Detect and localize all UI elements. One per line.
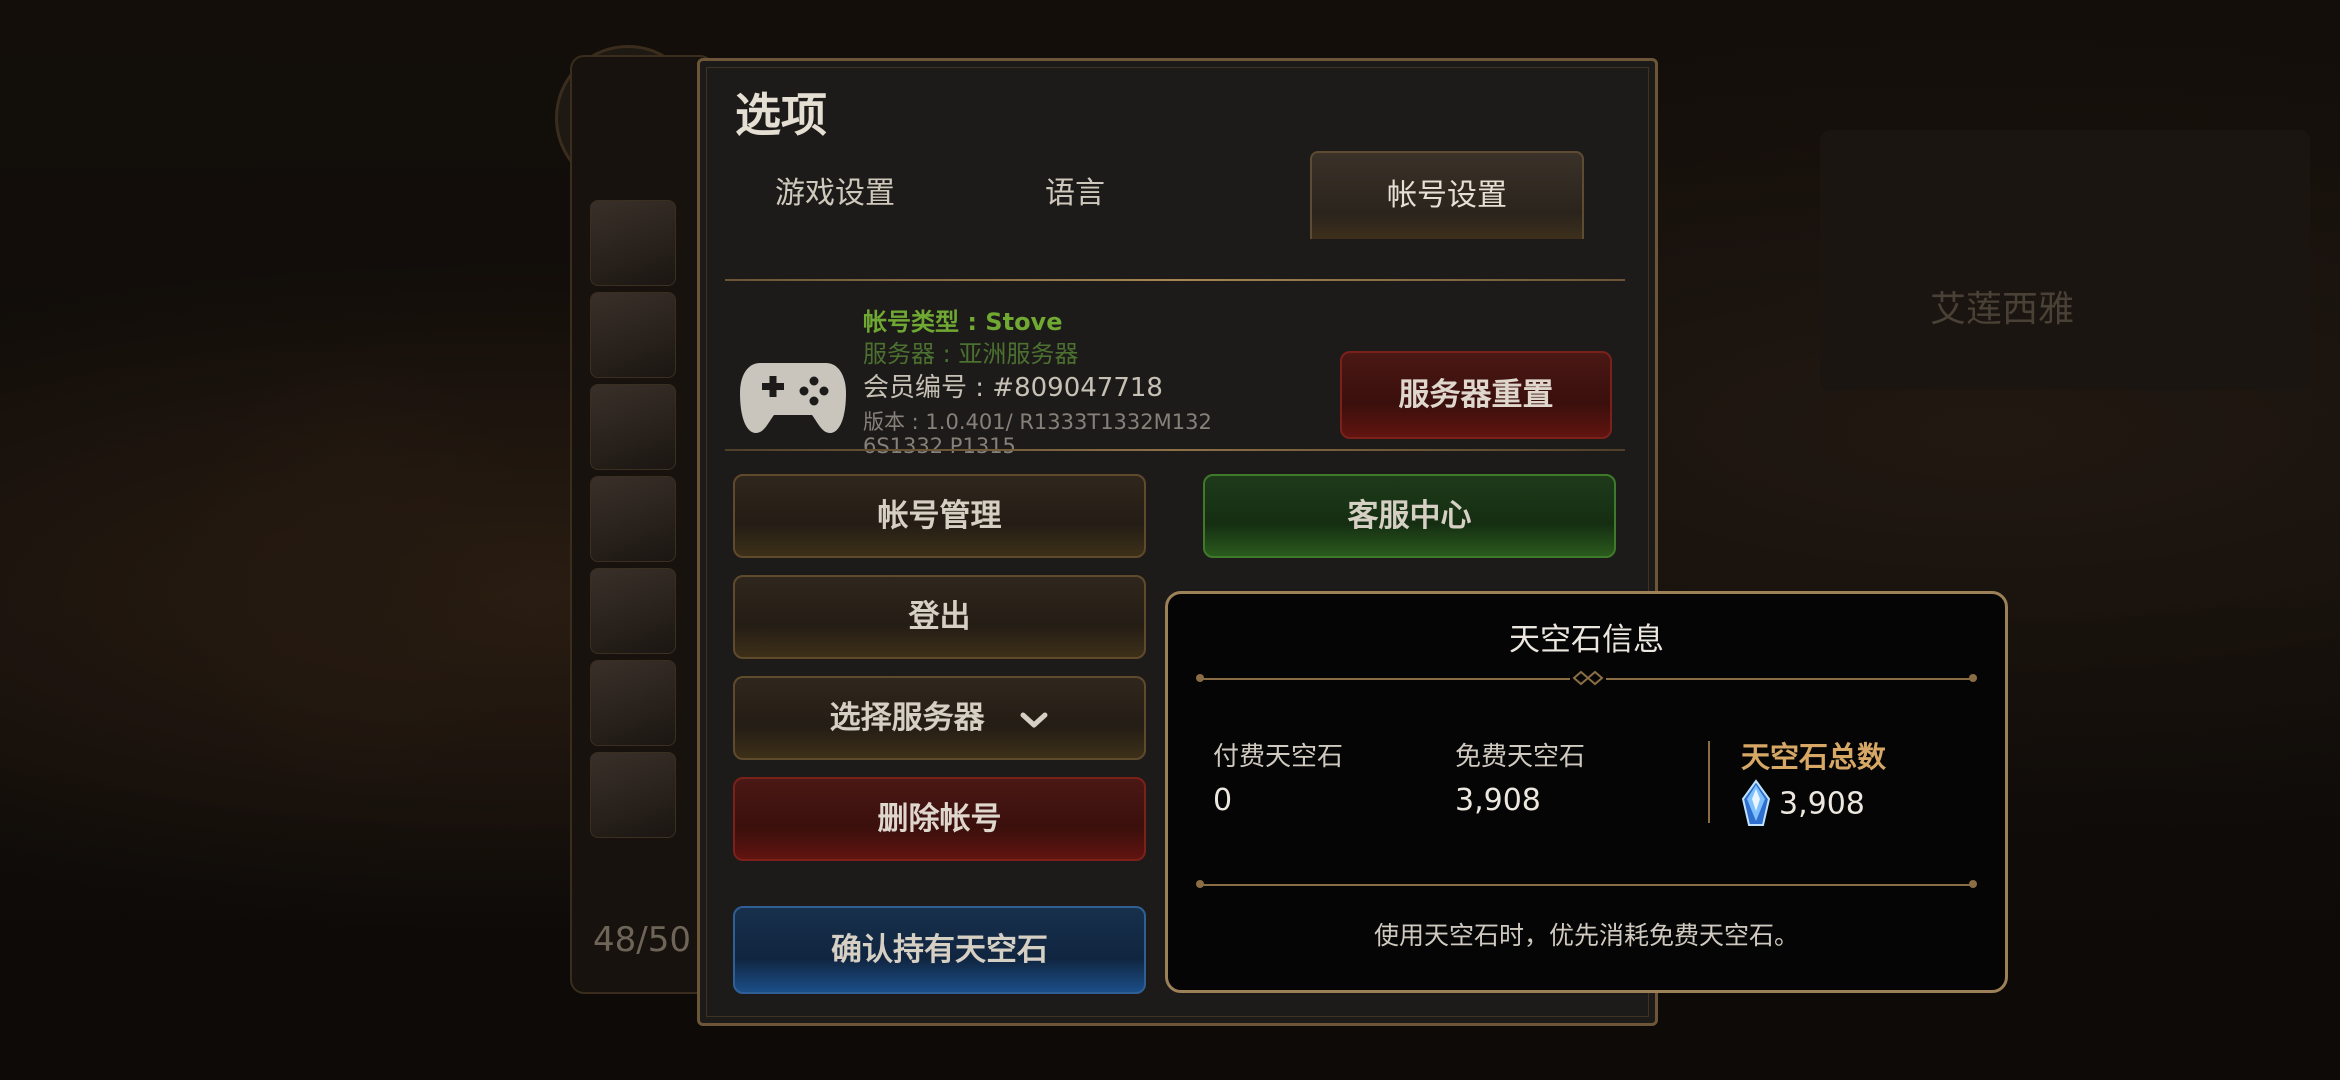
logout-button[interactable]: 登出 (733, 575, 1146, 659)
paid-skystone: 付费天空石 0 (1213, 739, 1343, 823)
tab-language[interactable]: 语言 (965, 151, 1185, 237)
free-skystone: 免费天空石 3,908 (1455, 739, 1585, 823)
customer-center-button[interactable]: 客服中心 (1203, 474, 1616, 558)
hero-portrait (590, 384, 676, 470)
popup-title: 天空石信息 (1509, 622, 1664, 658)
popup-divider-top (1196, 669, 1977, 687)
skystone-gem-icon (1741, 779, 1771, 826)
skystone-info-popup: 天空石信息 付费天空石 0 免费天空石 3,908 天空石总数 3,908 使用… (1165, 591, 2008, 993)
total-skystone: 天空石总数 3,908 (1741, 739, 1886, 831)
confirm-skystone-button[interactable]: 确认持有天空石 (733, 906, 1146, 994)
hero-portrait (590, 660, 676, 746)
member-number: 会员编号 : #809047718 (863, 373, 1163, 403)
skystone-usage-note: 使用天空石时，优先消耗免费天空石。 (1373, 921, 1799, 950)
hero-count: 48/50 (593, 920, 691, 960)
background-character (180, 350, 540, 800)
total-skystone-value: 3,908 (1779, 786, 1865, 822)
total-skystone-row: 3,908 (1741, 779, 1886, 831)
account-details: 帐号类型 : Stove 服务器 : 亚洲服务器 会员编号 : #8090477… (863, 306, 1213, 458)
column-separator (1708, 741, 1710, 823)
section-divider (725, 449, 1625, 451)
free-skystone-value: 3,908 (1455, 783, 1541, 818)
hero-portrait (590, 292, 676, 378)
ornament-icon (1570, 669, 1606, 687)
options-tabs: 游戏设置 语言 帐号设置 (725, 151, 1625, 283)
account-manage-button[interactable]: 帐号管理 (733, 474, 1146, 558)
total-skystone-label: 天空石总数 (1741, 740, 1887, 774)
gamepad-icon (740, 363, 846, 433)
hero-portrait (590, 752, 676, 838)
select-server-label: 选择服务器 (829, 700, 985, 736)
top-currency-bar (1640, 20, 2320, 75)
event-banner (1820, 130, 2310, 390)
select-server-button[interactable]: 选择服务器 (733, 676, 1146, 760)
paid-skystone-label: 付费天空石 (1213, 742, 1344, 772)
hero-list (590, 200, 680, 844)
account-type: 帐号类型 : Stove (863, 308, 1063, 336)
modal-title: 选项 (735, 88, 827, 142)
tab-account-settings[interactable]: 帐号设置 (1310, 151, 1584, 239)
free-skystone-label: 免费天空石 (1455, 742, 1586, 772)
event-banner-text: 艾莲西雅 (1930, 289, 2075, 330)
delete-account-button[interactable]: 删除帐号 (733, 777, 1146, 861)
tab-game-settings[interactable]: 游戏设置 (725, 151, 945, 237)
hero-portrait (590, 568, 676, 654)
account-server: 服务器 : 亚洲服务器 (863, 340, 1079, 368)
hero-portrait (590, 200, 676, 286)
hero-portrait (590, 476, 676, 562)
chevron-down-icon (1020, 712, 1048, 727)
tab-divider (725, 279, 1625, 281)
server-reset-button[interactable]: 服务器重置 (1340, 351, 1612, 439)
paid-skystone-value: 0 (1213, 783, 1233, 818)
popup-divider-bottom (1196, 880, 1977, 888)
